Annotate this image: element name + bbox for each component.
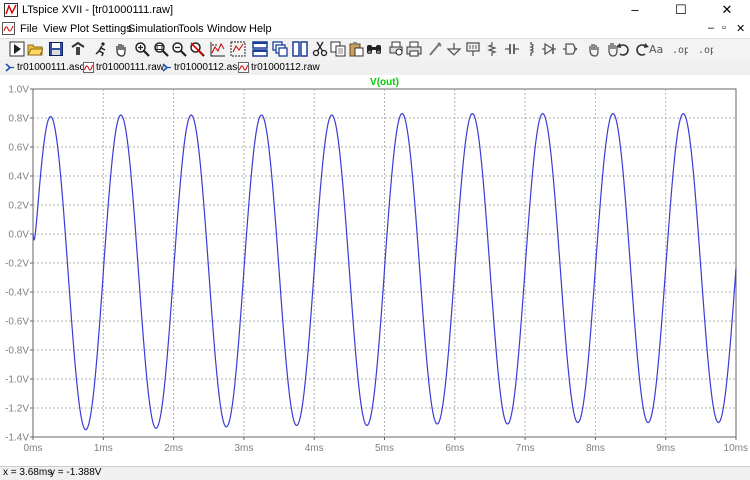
tile-vertical-icon[interactable] xyxy=(292,41,308,57)
svg-text:.op: .op xyxy=(672,45,688,56)
x-tick-label: 5ms xyxy=(375,443,394,454)
title-bar: LTspice XVII - [tr01000111.raw] – ☐ ✕ xyxy=(0,0,750,20)
svg-text:Aa: Aa xyxy=(649,43,663,56)
tab-label: tr01000112.raw xyxy=(251,62,320,73)
print-icon[interactable] xyxy=(406,41,422,57)
x-tick-label: 3ms xyxy=(234,443,253,454)
status-bar: x = 3.68ms y = -1.388V xyxy=(0,466,750,480)
ground-icon[interactable] xyxy=(446,41,462,57)
zoom-area-icon[interactable] xyxy=(153,41,169,57)
component-icon[interactable] xyxy=(562,41,578,57)
schematic-icon xyxy=(4,62,15,73)
schematic-icon xyxy=(161,62,172,73)
menu-plot-settings[interactable]: Plot Settings xyxy=(70,23,132,35)
menu-window[interactable]: Window xyxy=(207,23,246,35)
diode-icon[interactable] xyxy=(541,41,557,57)
y-tick-label: -1.0V xyxy=(5,375,29,386)
y-tick-label: -0.4V xyxy=(5,288,29,299)
tab-schematic-2[interactable]: tr01000112.asc xyxy=(161,61,242,75)
tile-horizontal-icon[interactable] xyxy=(252,41,268,57)
tab-label: tr01000111.asc xyxy=(17,62,85,73)
cascade-icon[interactable] xyxy=(272,41,288,57)
y-tick-label: -0.6V xyxy=(5,317,29,328)
zoom-in-icon[interactable] xyxy=(134,41,150,57)
mdi-minimize-button[interactable]: – xyxy=(708,22,714,34)
x-tick-label: 8ms xyxy=(586,443,605,454)
y-tick-label: -1.4V xyxy=(5,433,29,444)
inductor-icon[interactable] xyxy=(523,41,539,57)
window-title: LTspice XVII - [tr01000111.raw] xyxy=(22,4,174,16)
mdi-close-button[interactable]: ✕ xyxy=(736,22,745,35)
x-tick-label: 1ms xyxy=(94,443,113,454)
spice-op-icon[interactable]: .op xyxy=(697,41,713,57)
tab-label: tr01000111.raw xyxy=(96,62,165,73)
run-figure-icon[interactable] xyxy=(93,41,109,57)
spice-directive-icon[interactable]: .op xyxy=(672,41,688,57)
x-tick-label: 10ms xyxy=(724,443,748,454)
tab-schematic-1[interactable]: tr01000111.asc xyxy=(4,61,84,75)
control-panel-icon[interactable] xyxy=(70,41,86,57)
tab-waveform-1[interactable]: tr01000111.raw xyxy=(83,61,164,75)
y-tick-label: 0.2V xyxy=(8,201,29,212)
save-icon[interactable] xyxy=(48,41,64,57)
x-tick-label: 6ms xyxy=(445,443,464,454)
label-net-icon[interactable] xyxy=(465,41,481,57)
autorange-icon[interactable] xyxy=(210,41,226,57)
menu-file[interactable]: File xyxy=(20,23,38,35)
trace-title: V(out) xyxy=(370,77,399,88)
waveform-icon xyxy=(83,61,94,73)
open-icon[interactable] xyxy=(27,41,43,57)
y-tick-label: -0.2V xyxy=(5,259,29,270)
undo-icon[interactable] xyxy=(615,41,631,57)
x-tick-label: 9ms xyxy=(656,443,675,454)
x-tick-label: 4ms xyxy=(305,443,324,454)
minimize-button[interactable]: – xyxy=(612,0,658,20)
capacitor-icon[interactable] xyxy=(504,41,520,57)
y-tick-label: 0.0V xyxy=(8,230,29,241)
tab-label: tr01000112.asc xyxy=(174,62,243,73)
copy-icon[interactable] xyxy=(330,41,346,57)
cursor-x-readout: x = 3.68ms xyxy=(3,467,53,478)
text-icon[interactable]: Aa xyxy=(648,41,664,57)
waveform-chart[interactable]: 1.0V 0.8V 0.6V 0.4V 0.2V 0.0V -0.2V -0.4V -0.6V -… xyxy=(0,75,750,466)
y-tick-label: 0.8V xyxy=(8,114,29,125)
menu-view[interactable]: View xyxy=(43,23,67,35)
document-tabs: tr01000111.asc tr01000111.raw tr01000112… xyxy=(0,60,750,76)
svg-text:.op: .op xyxy=(698,45,713,56)
waveform-plot-pane[interactable]: 1.0V 0.8V 0.6V 0.4V 0.2V 0.0V -0.2V -0.4V -0.6V -… xyxy=(0,75,750,466)
cut-icon[interactable] xyxy=(312,41,328,57)
waveform-doc-icon[interactable] xyxy=(2,22,15,35)
menu-bar: File View Plot Settings Simulation Tools… xyxy=(0,20,750,38)
y-tick-label: 1.0V xyxy=(8,85,29,96)
ltspice-app-icon[interactable] xyxy=(4,3,18,17)
zoom-out-icon[interactable] xyxy=(171,41,187,57)
menu-simulation[interactable]: Simulation xyxy=(128,23,179,35)
paste-icon[interactable] xyxy=(348,41,364,57)
wire-icon[interactable] xyxy=(427,41,443,57)
menu-tools[interactable]: Tools xyxy=(178,23,204,35)
toolbar: Aa .op .op xyxy=(0,38,750,61)
zoom-fit-icon[interactable] xyxy=(230,41,246,57)
x-tick-label: 2ms xyxy=(164,443,183,454)
maximize-button[interactable]: ☐ xyxy=(658,0,704,20)
y-tick-label: -0.8V xyxy=(5,346,29,357)
x-tick-label: 7ms xyxy=(516,443,535,454)
find-icon[interactable] xyxy=(366,41,382,57)
pan-icon[interactable] xyxy=(113,41,129,57)
zoom-cancel-icon[interactable] xyxy=(189,41,205,57)
print-preview-icon[interactable] xyxy=(388,41,404,57)
close-button[interactable]: ✕ xyxy=(704,0,750,20)
x-tick-label: 0ms xyxy=(24,443,43,454)
cursor-y-readout: y = -1.388V xyxy=(50,467,102,478)
menu-help[interactable]: Help xyxy=(249,23,272,35)
move-icon[interactable] xyxy=(586,41,602,57)
mdi-restore-button[interactable]: ▫ xyxy=(722,22,726,34)
y-tick-label: 0.4V xyxy=(8,172,29,183)
y-tick-label: 0.6V xyxy=(8,143,29,154)
tab-waveform-2[interactable]: tr01000112.raw xyxy=(238,61,320,75)
run-icon[interactable] xyxy=(9,41,25,57)
y-tick-label: -1.2V xyxy=(5,404,29,415)
resistor-icon[interactable] xyxy=(484,41,500,57)
waveform-icon xyxy=(238,61,249,73)
